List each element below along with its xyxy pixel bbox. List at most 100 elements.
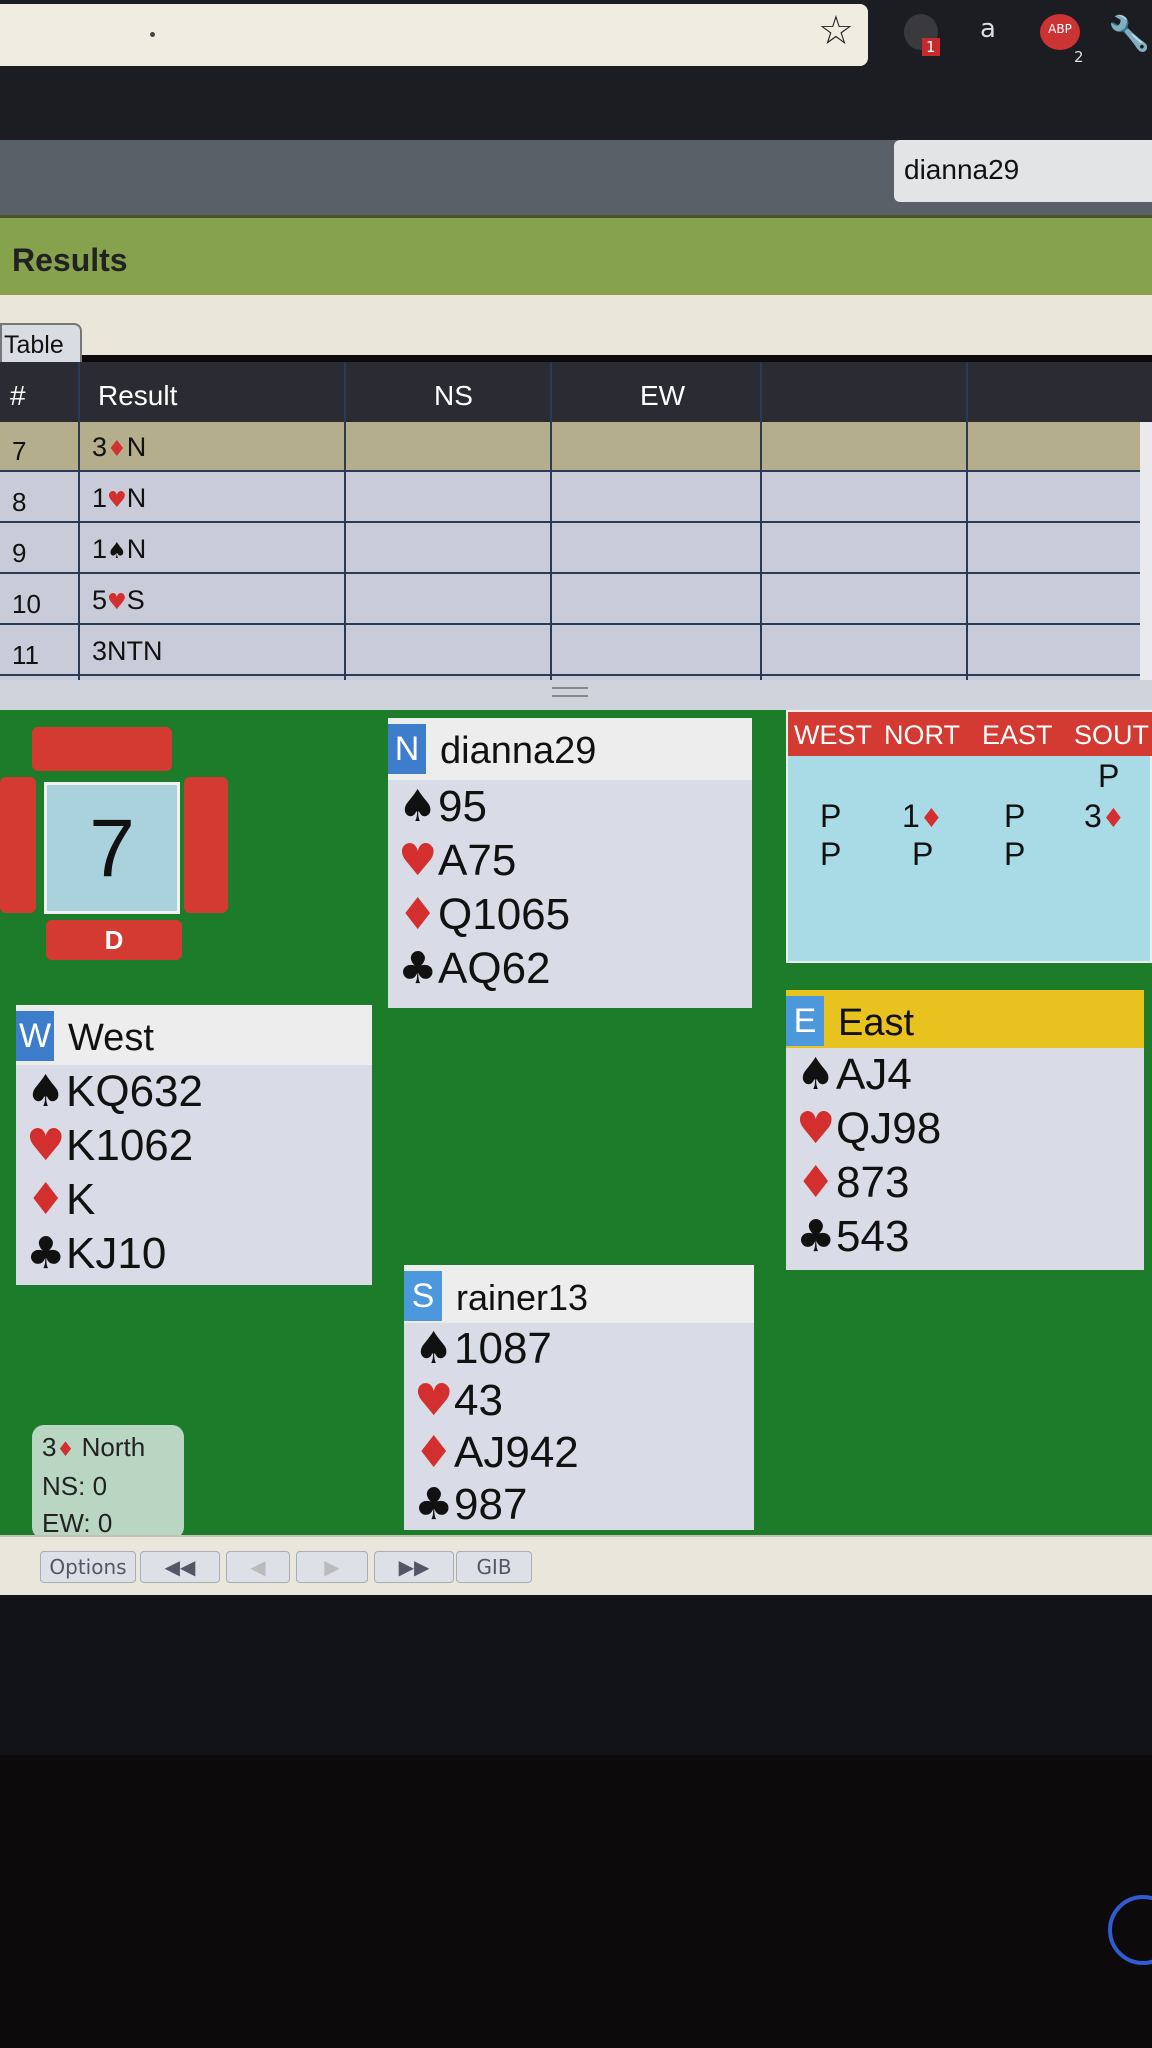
extension-badge: 1 — [922, 38, 940, 56]
east-hearts-cards[interactable]: QJ98 — [836, 1104, 941, 1153]
column-header-ns[interactable]: NS — [434, 380, 473, 412]
south-diamonds-cards[interactable]: AJ942 — [454, 1428, 579, 1477]
previous-button[interactable]: ◀ — [226, 1551, 290, 1583]
column-header-result[interactable]: Result — [98, 380, 177, 412]
east-diamonds-cards[interactable]: 873 — [836, 1158, 909, 1207]
south-hearts-cards[interactable]: 43 — [454, 1376, 503, 1425]
gib-button[interactable]: GIB — [456, 1551, 532, 1583]
bid-col-east: EAST — [982, 720, 1053, 750]
north-diamonds-cards[interactable]: Q1065 — [438, 890, 570, 939]
ns-tricks: NS: 0 — [42, 1471, 108, 1501]
south-spades-cards[interactable]: 1087 — [454, 1324, 552, 1373]
west-diamonds: ♦K — [16, 1173, 372, 1227]
cursor-dot — [150, 32, 155, 37]
fast-forward-button[interactable]: ▶▶ — [374, 1551, 454, 1583]
club-icon: ♣ — [796, 1211, 836, 1262]
bid-cell: P — [820, 836, 842, 872]
east-header: E East — [786, 990, 1144, 1048]
east-hearts: ♥QJ98 — [786, 1102, 1144, 1156]
table-row[interactable]: 10 5♥S — [0, 575, 1140, 625]
west-spades-cards[interactable]: KQ632 — [66, 1067, 203, 1116]
south-clubs-cards[interactable]: 987 — [454, 1480, 527, 1529]
north-diamonds: ♦Q1065 — [388, 888, 752, 942]
table-header: # Result NS EW — [0, 362, 1152, 422]
table-row[interactable]: 8 1♥N — [0, 473, 1140, 523]
star-icon[interactable]: ☆ — [818, 8, 854, 54]
south-diamonds: ♦AJ942 — [404, 1427, 754, 1479]
bid-cell: P — [912, 836, 934, 872]
table-row[interactable]: 9 1♠N — [0, 524, 1140, 574]
bid-cell: P — [1004, 836, 1026, 872]
options-button[interactable]: Options — [40, 1551, 136, 1583]
column-divider — [550, 362, 552, 680]
north-hearts: ♥A75 — [388, 834, 752, 888]
bidding-header: WEST NORT EAST SOUT — [788, 712, 1152, 756]
column-divider — [344, 362, 346, 680]
screen: { "browser": { "bookmark_icon": "star-ic… — [0, 0, 1152, 2048]
address-bar[interactable] — [0, 4, 868, 66]
seat-badge-west: W — [16, 1011, 54, 1061]
rewind-button[interactable]: ◀◀ — [140, 1551, 220, 1583]
row-result: 3♦N — [92, 432, 147, 462]
row-number: 7 — [12, 436, 27, 466]
east-spades-cards[interactable]: AJ4 — [836, 1050, 912, 1099]
north-clubs-cards[interactable]: AQ62 — [438, 944, 551, 993]
west-player-name[interactable]: West — [68, 1017, 154, 1060]
column-header-number[interactable]: # — [10, 380, 26, 412]
west-clubs-cards[interactable]: KJ10 — [66, 1229, 166, 1278]
east-clubs-cards[interactable]: 543 — [836, 1212, 909, 1261]
diamond-icon: ♦ — [56, 1437, 75, 1461]
contract-summary: 3♦ North NS: 0 EW: 0 — [32, 1425, 184, 1539]
bid-cell: P — [1004, 798, 1026, 834]
diamond-icon: ♦ — [414, 1427, 454, 1478]
table-scrollbar[interactable] — [1140, 422, 1152, 680]
west-spades: ♠KQ632 — [16, 1065, 372, 1119]
table-row[interactable]: 11 3NTN — [0, 626, 1140, 676]
west-diamonds-cards[interactable]: K — [66, 1175, 95, 1224]
north-hand: N dianna29 ♠95 ♥A75 ♦Q1065 ♣AQ62 — [388, 718, 752, 1008]
wrench-icon[interactable]: 🔧 — [1108, 14, 1150, 54]
west-clubs: ♣KJ10 — [16, 1227, 372, 1281]
south-spades: ♠1087 — [404, 1323, 754, 1375]
east-vul-indicator — [184, 777, 228, 913]
table-row[interactable]: 7 3♦N — [0, 422, 1140, 472]
north-player-name[interactable]: dianna29 — [440, 730, 596, 773]
south-player-name[interactable]: rainer13 — [456, 1277, 588, 1319]
south-hand: S rainer13 ♠1087 ♥43 ♦AJ942 ♣987 — [404, 1265, 754, 1530]
north-spades-cards[interactable]: 95 — [438, 782, 487, 831]
contract-level: 3 — [42, 1432, 57, 1462]
bid-level: 1 — [902, 798, 920, 834]
username-box[interactable]: dianna29 — [894, 140, 1152, 202]
board-number: 7 — [44, 782, 180, 914]
results-table: # Result NS EW 7 3♦N 8 1♥N 9 1♠N 10 5♥S … — [0, 362, 1152, 680]
next-button[interactable]: ▶ — [296, 1551, 368, 1583]
spade-icon: ♠ — [26, 1066, 66, 1117]
north-clubs: ♣AQ62 — [388, 942, 752, 996]
tab-table[interactable]: Table — [0, 323, 82, 363]
row-number: 9 — [12, 538, 27, 568]
east-clubs: ♣543 — [786, 1210, 1144, 1264]
spade-icon: ♠ — [414, 1323, 454, 1374]
west-hand: W West ♠KQ632 ♥K1062 ♦K ♣KJ10 — [16, 1005, 372, 1285]
west-hearts-cards[interactable]: K1062 — [66, 1121, 193, 1170]
adblock-icon[interactable]: ABP 2 — [1040, 14, 1084, 66]
adblock-count: 2 — [1074, 48, 1084, 66]
east-hand: E East ♠AJ4 ♥QJ98 ♦873 ♣543 — [786, 990, 1144, 1270]
pane-splitter[interactable] — [0, 680, 1152, 710]
bid-cell: P — [820, 798, 842, 834]
heart-icon: ♥ — [398, 835, 438, 886]
column-header-ew[interactable]: EW — [640, 380, 685, 412]
west-vul-indicator — [0, 777, 36, 913]
east-player-name[interactable]: East — [838, 1002, 914, 1045]
north-hearts-cards[interactable]: A75 — [438, 836, 516, 885]
extension-a-icon[interactable]: a — [980, 14, 996, 44]
east-diamonds: ♦873 — [786, 1156, 1144, 1210]
south-clubs: ♣987 — [404, 1479, 754, 1531]
diamond-icon: ♦ — [796, 1157, 836, 1208]
row-result: 3NTN — [92, 636, 163, 666]
adblock-label: ABP — [1048, 22, 1072, 36]
page-title: Results — [12, 242, 128, 278]
extension-shield-icon[interactable]: 1 — [904, 14, 940, 56]
club-icon: ♣ — [398, 943, 438, 994]
bid-cell: 3♦ — [1084, 798, 1125, 835]
